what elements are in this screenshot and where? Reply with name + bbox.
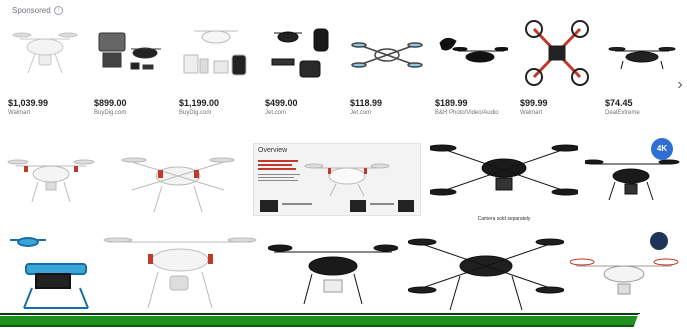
product-store: Jet.com	[350, 110, 372, 116]
image-result[interactable]	[408, 228, 564, 314]
overview-title: Overview	[258, 147, 288, 154]
product-price[interactable]: $99.99	[520, 98, 548, 108]
product-store: Walmart	[520, 110, 543, 116]
image-result[interactable]	[268, 230, 398, 314]
product-image[interactable]	[603, 18, 681, 88]
product-price[interactable]: $118.99	[350, 98, 382, 108]
product-store: DealExtreme	[605, 110, 640, 116]
image-result-overview[interactable]: Overview	[253, 143, 421, 216]
4k-badge: 4K	[651, 138, 673, 160]
image-result[interactable]	[570, 228, 682, 314]
image-result[interactable]: 4K	[585, 138, 681, 218]
image-result[interactable]	[118, 140, 238, 220]
product-image[interactable]	[177, 18, 255, 88]
product-price[interactable]: $74.45	[605, 98, 633, 108]
product-store: B&H Photo/Video/Audio	[435, 110, 499, 116]
product-image[interactable]	[263, 18, 341, 88]
product-image[interactable]	[433, 18, 511, 88]
product-image[interactable]	[518, 18, 596, 88]
image-result[interactable]: Camera sold separately	[430, 134, 578, 226]
shopping-carousel: $1,039.99 Walmart $899.00 BuyDig.com $1,…	[0, 18, 687, 128]
image-result[interactable]	[6, 228, 94, 314]
brand-badge	[650, 232, 668, 250]
product-store: Walmart	[8, 110, 31, 116]
product-price[interactable]: $1,039.99	[8, 98, 48, 108]
green-progress-bar	[0, 316, 640, 327]
product-store: Jet.com	[265, 110, 287, 116]
product-store: BuyDig.com	[94, 110, 127, 116]
product-store: BuyDig.com	[179, 110, 212, 116]
product-image[interactable]	[92, 18, 170, 88]
product-image[interactable]	[6, 18, 84, 88]
overview-red-text	[258, 160, 302, 185]
image-result[interactable]	[6, 140, 96, 220]
green-bar-edge	[0, 313, 640, 315]
sponsored-label: Sponsored i	[12, 6, 63, 15]
sponsored-text: Sponsored	[12, 6, 51, 15]
info-icon[interactable]: i	[53, 6, 63, 15]
product-price[interactable]: $1,199.00	[179, 98, 219, 108]
product-price[interactable]: $189.99	[435, 98, 468, 108]
image-caption: Camera sold separately	[477, 216, 531, 222]
product-price[interactable]: $499.00	[265, 98, 298, 108]
product-image[interactable]	[348, 18, 426, 88]
image-result[interactable]	[102, 230, 258, 314]
carousel-next-arrow[interactable]: ›	[673, 73, 687, 97]
product-price[interactable]: $899.00	[94, 98, 127, 108]
